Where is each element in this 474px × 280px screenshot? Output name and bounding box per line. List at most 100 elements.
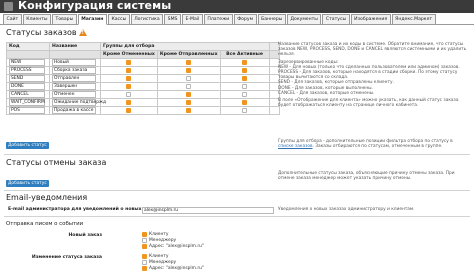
tab-bar: Сайт Клиенты Товары Магазин Кассы Логистика SM…: [3, 14, 436, 25]
statuses-help: Название статусов заказа и их коды в сис…: [278, 42, 468, 108]
option-checkbox[interactable]: [142, 260, 147, 265]
code-input[interactable]: CANCEL: [9, 91, 45, 98]
group-checkbox[interactable]: [186, 67, 192, 73]
group-checkbox[interactable]: [186, 107, 192, 113]
tab-item[interactable]: Статусы: [322, 14, 350, 25]
group-checkbox[interactable]: [126, 99, 132, 105]
tab-item[interactable]: Магазин: [77, 14, 107, 25]
table-row: CANCEL Отменен: [6, 90, 280, 99]
name-input[interactable]: Продажа в кассе: [52, 107, 96, 114]
group-checkbox[interactable]: [186, 75, 192, 81]
tab-item[interactable]: Форум: [233, 14, 257, 25]
group-checkbox[interactable]: [186, 59, 192, 65]
orders-list-link[interactable]: списке заказов: [278, 144, 313, 149]
tab-item[interactable]: Товары: [52, 14, 77, 25]
group-checkbox[interactable]: [126, 107, 132, 113]
add-cancel-status-button[interactable]: Добавить статус: [6, 180, 49, 187]
cell-code: PROCESS: [6, 66, 50, 75]
col-groups: Группы для отбора: [100, 42, 270, 51]
code-input[interactable]: SEND: [9, 75, 45, 82]
warning-icon: [78, 29, 87, 36]
cell-name: Отправлен: [49, 74, 101, 83]
option-checkbox[interactable]: [142, 266, 147, 271]
group-checkbox[interactable]: [242, 99, 248, 105]
cell-g2: [156, 58, 221, 67]
cell-g1: [100, 98, 158, 107]
tab-item[interactable]: E-Mail: [181, 14, 203, 25]
tab-item[interactable]: Платежи: [203, 14, 233, 25]
help-paragraph: CANCEL - Для заказов, которые отменены.: [278, 90, 375, 96]
table-row: PROCESS Сборка заказа: [6, 66, 280, 75]
name-input[interactable]: Отправлен: [52, 75, 96, 82]
group-checkbox[interactable]: [186, 99, 192, 105]
code-input[interactable]: PROCESS: [9, 67, 45, 74]
option-checkbox[interactable]: [142, 232, 147, 237]
help-paragraph: PROCESS - Для заказов, которые находятся…: [278, 70, 458, 81]
option-label: Менеджеру: [149, 260, 177, 265]
group-checkbox[interactable]: [126, 59, 132, 65]
tab-item[interactable]: Изображения: [350, 14, 391, 25]
option-label: Адрес: "alex@insplm.ru": [149, 266, 204, 271]
code-input[interactable]: DONE: [9, 83, 45, 90]
cell-g2: [156, 98, 221, 107]
help-paragraph: В поле «Отображение для клиента» можно у…: [278, 98, 459, 109]
admin-email-input[interactable]: alex@insplm.ru: [142, 207, 274, 214]
table-row: DONE Завершен: [6, 82, 280, 91]
name-input[interactable]: Ожидание подтвержд: [52, 99, 106, 106]
name-input[interactable]: Завершен: [52, 83, 96, 90]
cell-g3: [219, 82, 270, 91]
group-checkbox[interactable]: [126, 83, 132, 89]
group-checkbox[interactable]: [242, 75, 248, 81]
group-checkbox[interactable]: [242, 67, 248, 73]
table-row: NEW Новый: [6, 58, 280, 67]
cancel-help: Дополнительные статусы заказа, объясняющ…: [278, 171, 455, 182]
event-option[interactable]: Адрес: "alex@insplm.ru": [142, 244, 204, 249]
event-option[interactable]: Адрес: "alex@insplm.ru": [142, 266, 204, 271]
tab-item[interactable]: Логистика: [130, 14, 164, 25]
col-code: Код: [6, 42, 50, 51]
col-name: Название: [49, 42, 101, 51]
cell-code: NEW: [6, 58, 50, 67]
option-checkbox[interactable]: [142, 244, 147, 249]
tab-item[interactable]: Документы: [286, 14, 322, 25]
event-option[interactable]: Менеджеру: [142, 260, 176, 265]
name-input[interactable]: Сборка заказа: [52, 67, 96, 74]
group-checkbox[interactable]: [242, 59, 248, 65]
event-option[interactable]: Клиенту: [142, 232, 169, 237]
name-input[interactable]: Отменен: [52, 91, 96, 98]
group-checkbox[interactable]: [186, 91, 192, 97]
tab-item[interactable]: Кассы: [107, 14, 130, 25]
group-checkbox[interactable]: [242, 107, 248, 113]
tab-item[interactable]: Баннеры: [257, 14, 286, 25]
cell-g3: [219, 58, 270, 67]
name-input[interactable]: Новый: [52, 59, 96, 66]
event-option[interactable]: Клиенту: [142, 254, 169, 259]
code-input[interactable]: POS: [9, 107, 45, 114]
group-checkbox[interactable]: [242, 83, 248, 89]
group-checkbox[interactable]: [242, 91, 248, 97]
col-group1: Кроме Отмененных: [100, 50, 158, 59]
group-checkbox[interactable]: [126, 91, 132, 97]
option-checkbox[interactable]: [142, 254, 147, 259]
tab-item[interactable]: Сайт: [3, 14, 22, 25]
code-input[interactable]: WAIT_CONFIRM: [9, 99, 45, 106]
tab-item[interactable]: SMS: [164, 14, 181, 25]
cell-g1: [100, 74, 158, 83]
group-checkbox[interactable]: [126, 67, 132, 73]
cell-g3: [219, 90, 270, 99]
tab-item[interactable]: Клиенты: [22, 14, 52, 25]
add-status-button[interactable]: Добавить статус: [6, 142, 49, 149]
groups-help: Группы для отбора - дополнительные позиц…: [278, 139, 468, 149]
tab-item[interactable]: Яндекс.Маркет: [391, 14, 436, 25]
cell-name: Продажа в кассе: [49, 106, 101, 115]
help-paragraph: Название статусов заказа и их коды в сис…: [278, 42, 467, 58]
group-checkbox[interactable]: [186, 83, 192, 89]
cell-name: Завершен: [49, 82, 101, 91]
cell-code: SEND: [6, 74, 50, 83]
cell-code: WAIT_CONFIRM: [6, 98, 50, 107]
option-checkbox[interactable]: [142, 238, 147, 243]
event-option[interactable]: Менеджеру: [142, 238, 176, 243]
group-checkbox[interactable]: [126, 75, 132, 81]
code-input[interactable]: NEW: [9, 59, 45, 66]
table-row: POS Продажа в кассе: [6, 106, 280, 115]
